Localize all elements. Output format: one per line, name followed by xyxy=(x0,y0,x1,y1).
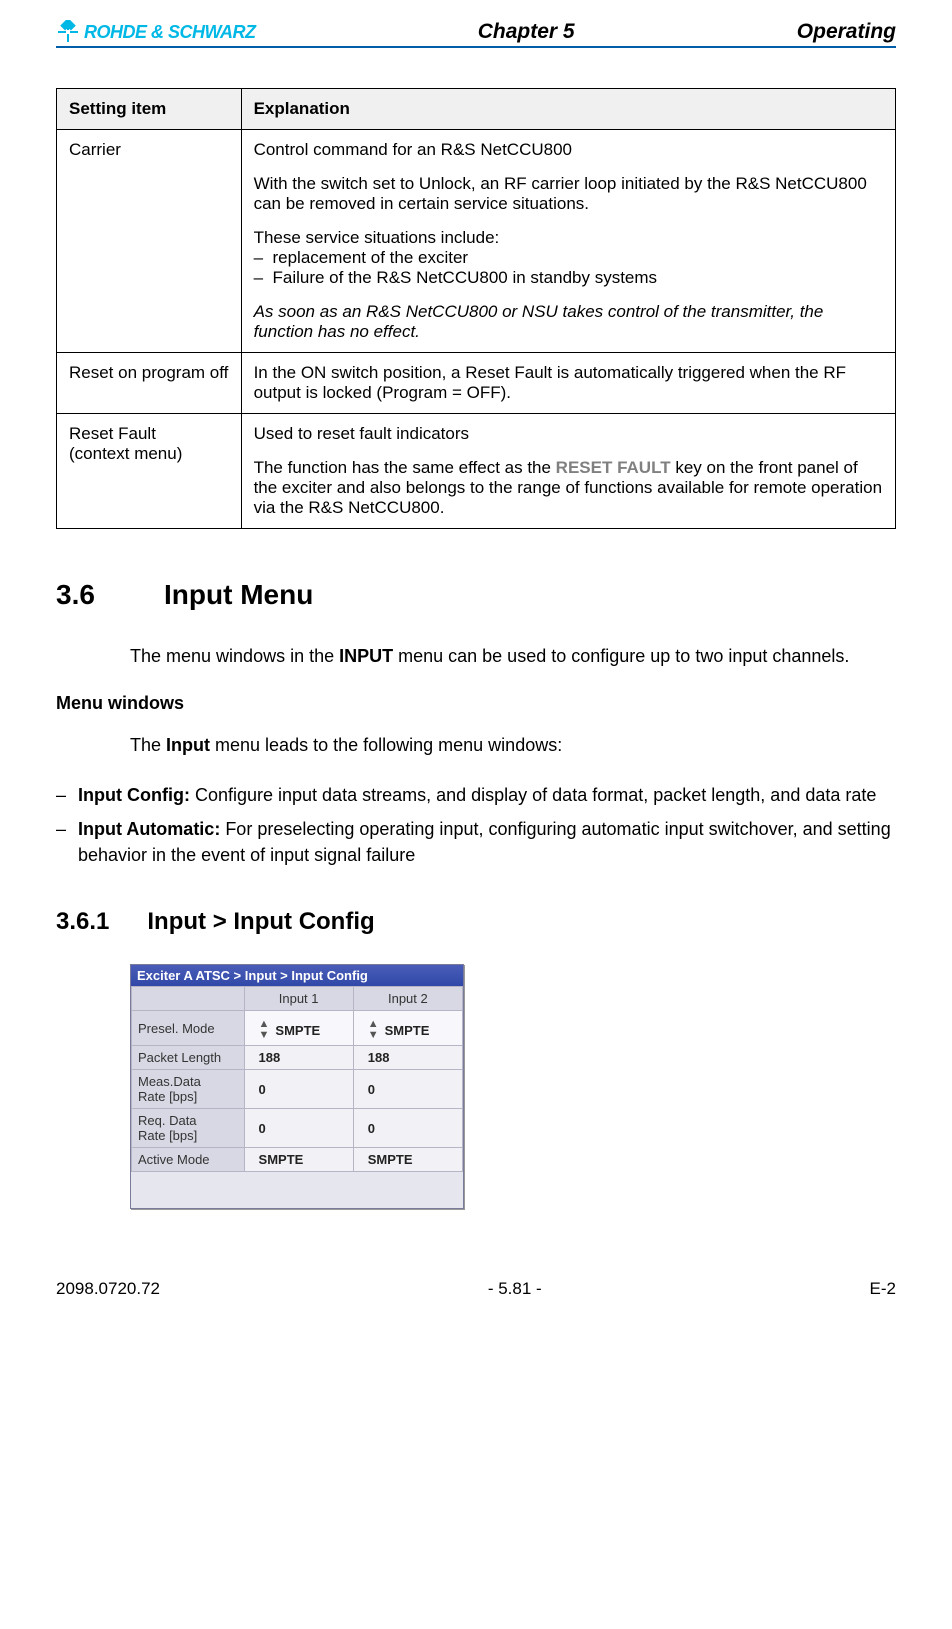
table-row: Carrier Control command for an R&S NetCC… xyxy=(57,130,896,353)
th-setting-item: Setting item xyxy=(57,89,242,130)
footer-right: E-2 xyxy=(870,1279,896,1299)
list-item: Input Config: Configure input data strea… xyxy=(56,782,896,808)
section-title: Input Menu xyxy=(164,579,313,611)
col-input1: Input 1 xyxy=(244,987,353,1011)
meas-data-rate-input1: 0 xyxy=(244,1070,353,1109)
table-row: Reset on program off In the ON switch po… xyxy=(57,353,896,414)
active-mode-input2: SMPTE xyxy=(353,1148,462,1172)
col-input2: Input 2 xyxy=(353,987,462,1011)
req-data-rate-input1: 0 xyxy=(244,1109,353,1148)
chapter-label: Chapter 5 xyxy=(478,20,575,44)
paragraph: The function has the same effect as the … xyxy=(254,458,883,518)
section-heading: 3.6 Input Menu xyxy=(56,579,896,611)
cell-item: Reset Fault (context menu) xyxy=(57,414,242,529)
cell-explanation: Used to reset fault indicators The funct… xyxy=(241,414,895,529)
subsection-number: 3.6.1 xyxy=(56,908,109,936)
paragraph: The menu windows in the INPUT menu can b… xyxy=(130,643,896,669)
panel-padding xyxy=(131,1172,463,1208)
presel-mode-input2[interactable]: ▲▼SMPTE xyxy=(353,1011,462,1046)
cell-item: Carrier xyxy=(57,130,242,353)
subsection-heading: 3.6.1 Input > Input Config xyxy=(56,908,896,936)
updown-icon: ▲▼ xyxy=(259,1019,270,1041)
cell-explanation: Control command for an R&S NetCCU800 Wit… xyxy=(241,130,895,353)
row-label: Req. DataRate [bps] xyxy=(132,1109,245,1148)
paragraph: Used to reset fault indicators xyxy=(254,424,883,444)
footer-left: 2098.0720.72 xyxy=(56,1279,160,1299)
presel-mode-input1[interactable]: ▲▼SMPTE xyxy=(244,1011,353,1046)
input-config-panel: Exciter A ATSC > Input > Input Config In… xyxy=(130,964,464,1209)
subsection-title: Input > Input Config xyxy=(147,908,374,936)
paragraph: With the switch set to Unlock, an RF car… xyxy=(254,174,883,214)
settings-table: Setting item Explanation Carrier Control… xyxy=(56,88,896,529)
subheading: Menu windows xyxy=(56,693,896,714)
page-header: ROHDE & SCHWARZ Chapter 5 Operating xyxy=(56,20,896,48)
logo-text: ROHDE & SCHWARZ xyxy=(84,22,256,43)
page-footer: 2098.0720.72 - 5.81 - E-2 xyxy=(0,1279,952,1309)
req-data-rate-input2: 0 xyxy=(353,1109,462,1148)
section-number: 3.6 xyxy=(56,579,116,611)
bullet: – replacement of the exciter xyxy=(254,248,883,268)
cell-explanation: In the ON switch position, a Reset Fault… xyxy=(241,353,895,414)
packet-length-input1: 188 xyxy=(244,1046,353,1070)
col-blank xyxy=(132,987,245,1011)
key-label: RESET FAULT xyxy=(556,458,671,477)
footer-center: - 5.81 - xyxy=(488,1279,542,1299)
header-right: Operating xyxy=(797,20,896,44)
logo: ROHDE & SCHWARZ xyxy=(56,20,256,44)
row-label: Packet Length xyxy=(132,1046,245,1070)
row-label: Presel. Mode xyxy=(132,1011,245,1046)
panel-row: Req. DataRate [bps] 0 0 xyxy=(132,1109,463,1148)
row-label: Active Mode xyxy=(132,1148,245,1172)
panel-title: Exciter A ATSC > Input > Input Config xyxy=(131,965,463,986)
paragraph: Control command for an R&S NetCCU800 xyxy=(254,140,883,160)
packet-length-input2: 188 xyxy=(353,1046,462,1070)
active-mode-input1: SMPTE xyxy=(244,1148,353,1172)
updown-icon: ▲▼ xyxy=(368,1019,379,1041)
cell-item: Reset on program off xyxy=(57,353,242,414)
paragraph: These service situations include: xyxy=(254,228,883,248)
panel-row: Packet Length 188 188 xyxy=(132,1046,463,1070)
panel-row: Active Mode SMPTE SMPTE xyxy=(132,1148,463,1172)
paragraph: The Input menu leads to the following me… xyxy=(130,732,896,758)
panel-row: Presel. Mode ▲▼SMPTE ▲▼SMPTE xyxy=(132,1011,463,1046)
th-explanation: Explanation xyxy=(241,89,895,130)
row-label: Meas.DataRate [bps] xyxy=(132,1070,245,1109)
italic-paragraph: As soon as an R&S NetCCU800 or NSU takes… xyxy=(254,302,883,342)
table-row: Reset Fault (context menu) Used to reset… xyxy=(57,414,896,529)
logo-icon xyxy=(56,20,80,44)
list: Input Config: Configure input data strea… xyxy=(56,782,896,868)
panel-table: Input 1 Input 2 Presel. Mode ▲▼SMPTE ▲▼S… xyxy=(131,986,463,1172)
meas-data-rate-input2: 0 xyxy=(353,1070,462,1109)
panel-row: Meas.DataRate [bps] 0 0 xyxy=(132,1070,463,1109)
bullet: – Failure of the R&S NetCCU800 in standb… xyxy=(254,268,883,288)
list-item: Input Automatic: For preselecting operat… xyxy=(56,816,896,868)
